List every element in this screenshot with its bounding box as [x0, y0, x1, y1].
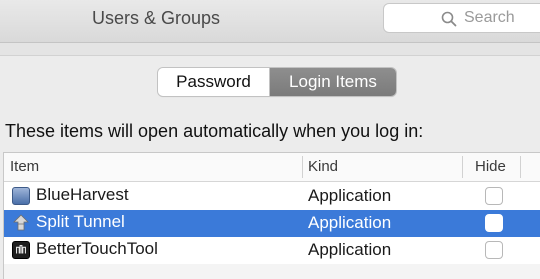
- column-header-hide[interactable]: Hide: [475, 153, 506, 181]
- search-field[interactable]: Search: [383, 3, 540, 33]
- toolbar-separator: [0, 43, 540, 56]
- column-divider: [520, 156, 521, 178]
- window-title: Users & Groups: [92, 8, 221, 28]
- login-items-description: These items will open automatically when…: [5, 121, 424, 141]
- table-row[interactable]: BlueHarvest Application: [4, 183, 540, 210]
- table-row-empty: [4, 264, 540, 279]
- hide-checkbox[interactable]: [485, 241, 503, 259]
- column-divider: [462, 156, 463, 178]
- table-row[interactable]: BetterTouchTool Application: [4, 237, 540, 264]
- app-name: BetterTouchTool: [36, 239, 158, 258]
- bettertouchtool-icon: [12, 241, 30, 259]
- app-kind: Application: [308, 213, 392, 232]
- column-header-kind[interactable]: Kind: [308, 153, 338, 181]
- column-header-item[interactable]: Item: [10, 153, 39, 181]
- blueharvest-icon: [12, 187, 30, 205]
- app-name: Split Tunnel: [36, 212, 125, 231]
- tab-password[interactable]: Password: [158, 68, 270, 96]
- title-bar: Users & Groups Search: [0, 0, 540, 43]
- tab-login-items[interactable]: Login Items: [270, 68, 396, 96]
- app-kind: Application: [308, 186, 392, 205]
- column-divider: [302, 156, 303, 178]
- table-row-selected[interactable]: Split Tunnel Application: [4, 210, 540, 237]
- search-placeholder: Search: [464, 9, 515, 26]
- login-items-table: Item Kind Hide BlueHarvest Application S…: [3, 152, 540, 279]
- search-icon: [441, 11, 457, 27]
- hide-checkbox[interactable]: [485, 187, 503, 205]
- app-kind: Application: [308, 240, 392, 259]
- app-name: BlueHarvest: [36, 185, 129, 204]
- split-tunnel-icon: [13, 214, 29, 231]
- tab-segmented-control: Password Login Items: [158, 68, 396, 96]
- hide-checkbox[interactable]: [485, 214, 503, 232]
- table-header: Item Kind Hide: [4, 153, 540, 182]
